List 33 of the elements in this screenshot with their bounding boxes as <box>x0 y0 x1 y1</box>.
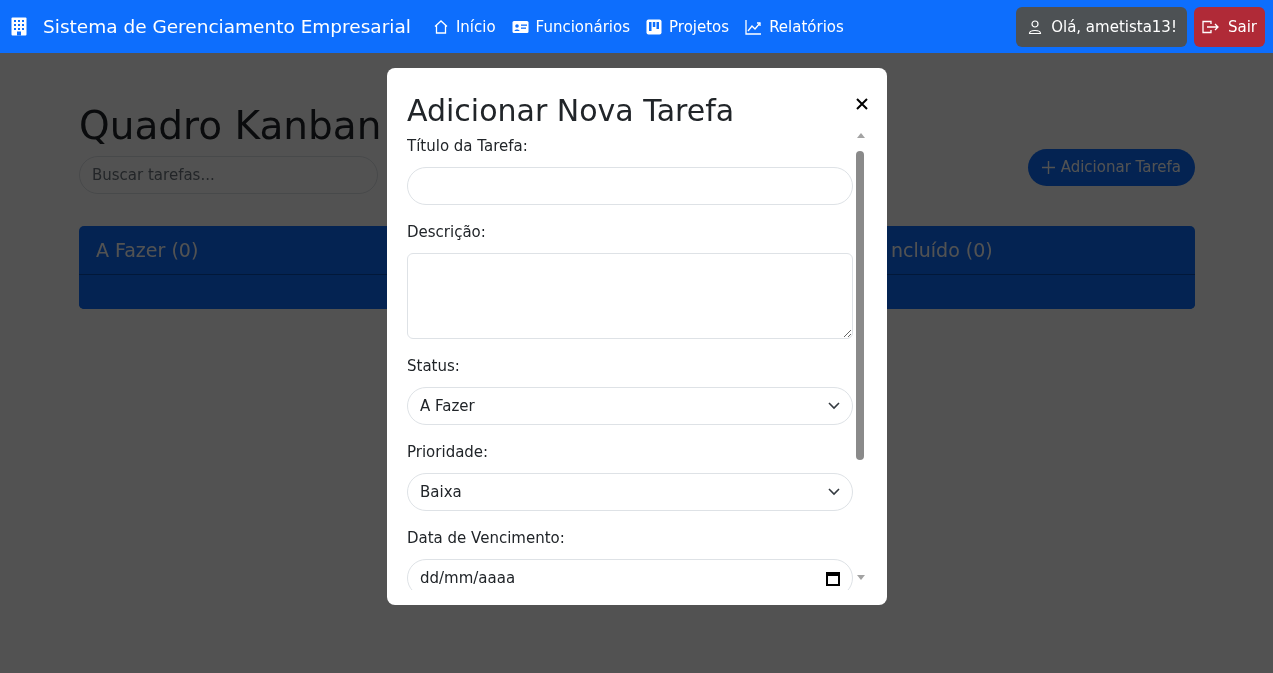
house-icon <box>432 18 449 35</box>
plus-icon <box>1041 160 1055 174</box>
kanban-icon <box>646 18 663 35</box>
close-icon <box>855 96 869 111</box>
nav-link[interactable]: Funcionários <box>511 17 631 36</box>
column-title: ncluído (0) <box>891 239 993 261</box>
brand-title[interactable]: Sistema de Gerenciamento Empresarial <box>43 16 411 37</box>
logout-icon <box>1201 19 1219 34</box>
text-field[interactable] <box>407 167 853 205</box>
field-label: Título da Tarefa: <box>407 136 529 157</box>
close-button[interactable] <box>855 96 869 111</box>
line-chart-icon <box>745 18 763 35</box>
date-field[interactable]: dd/mm/aaaa <box>407 559 853 590</box>
chevron-down-icon <box>828 402 840 410</box>
nav-link[interactable]: Projetos <box>646 17 730 36</box>
nav-link[interactable]: Relatórios <box>745 17 844 36</box>
user-icon <box>1028 19 1043 34</box>
field-label: Status: <box>407 356 461 377</box>
field-label: Data de Vencimento: <box>407 528 566 549</box>
field-label: Prioridade: <box>407 442 490 463</box>
logout-button[interactable]: Sair <box>1193 6 1265 47</box>
nav-link[interactable]: Início <box>432 17 496 36</box>
id-card-icon <box>511 19 529 34</box>
chevron-down-icon <box>828 488 840 496</box>
calendar-icon <box>826 570 840 586</box>
column-title: A Fazer (0) <box>96 239 199 261</box>
modal-title: Adicionar Nova Tarefa <box>407 92 735 129</box>
building-icon <box>11 17 27 36</box>
select-field[interactable]: Baixa <box>407 473 853 511</box>
field-label: Descrição: <box>407 222 487 243</box>
user-button[interactable]: Olá, ametista13! <box>1016 6 1187 47</box>
select-field[interactable]: A Fazer <box>407 387 853 425</box>
page-title: Quadro Kanban <box>79 102 382 150</box>
